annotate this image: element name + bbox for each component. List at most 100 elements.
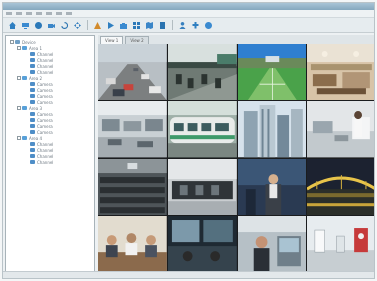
video-tile-7[interactable]: [237, 101, 307, 158]
layout-button[interactable]: [131, 20, 142, 30]
map-button[interactable]: [144, 20, 155, 30]
menu-item-1[interactable]: [6, 12, 12, 15]
alarm-icon: [94, 21, 101, 29]
tree-node-label: Channel: [37, 57, 54, 63]
video-tile-10[interactable]: [167, 158, 237, 215]
menu-item-6[interactable]: [56, 12, 62, 15]
video-tile-16[interactable]: [307, 215, 374, 272]
monitor-button[interactable]: [20, 20, 31, 30]
camera-icon: [30, 100, 35, 104]
camera-icon: [48, 23, 55, 28]
video-tile-1[interactable]: [98, 44, 167, 101]
video-tile-15[interactable]: [237, 215, 307, 272]
tree-node-label: Area 2: [29, 75, 43, 81]
camera-icon: [30, 124, 35, 128]
refresh-button[interactable]: [59, 20, 70, 30]
status-bar: [3, 271, 374, 278]
help-icon: [204, 21, 212, 29]
toolbar-separator: [87, 20, 88, 30]
camera-icon: [30, 52, 35, 56]
menu-item-2[interactable]: [16, 12, 22, 15]
expand-toggle-icon[interactable]: [17, 106, 21, 110]
tree-node-label: Channel: [37, 69, 54, 75]
tree-node-label: Channel: [37, 159, 54, 165]
tree-node-label: Area 1: [29, 45, 43, 51]
ptz-icon: [74, 21, 81, 29]
menu-item-7[interactable]: [66, 12, 72, 15]
playback-button[interactable]: [105, 20, 116, 30]
tree-node-label: Channel: [37, 51, 54, 57]
menu-item-5[interactable]: [46, 12, 52, 15]
video-tile-3[interactable]: [237, 44, 307, 101]
camera-icon: [30, 88, 35, 92]
tree-node-label: Camera: [37, 87, 53, 93]
user-button[interactable]: [177, 20, 188, 30]
tab-view-1[interactable]: View 1: [100, 36, 124, 44]
tree-node-label: Device: [22, 39, 36, 45]
video-tile-6[interactable]: [167, 101, 237, 158]
camera-button[interactable]: [46, 20, 57, 30]
tree-node-label: Channel: [37, 63, 54, 69]
video-tile-8[interactable]: [307, 101, 374, 158]
alarm-button[interactable]: [92, 20, 103, 30]
tree-node-label: Camera: [37, 117, 53, 123]
monitor-icon: [22, 22, 29, 29]
camera-icon: [30, 148, 35, 152]
video-tile-14[interactable]: [167, 215, 237, 272]
snapshot-button[interactable]: [118, 20, 129, 30]
expand-toggle-icon[interactable]: [17, 136, 21, 140]
video-tile-12[interactable]: [307, 158, 374, 215]
menu-item-3[interactable]: [26, 12, 32, 15]
log-button[interactable]: [157, 20, 168, 30]
record-icon: [34, 21, 42, 29]
camera-icon: [30, 64, 35, 68]
tree-node-label: Camera: [37, 123, 53, 129]
tab-view-2[interactable]: View 2: [125, 36, 149, 44]
menu-bar: [3, 10, 374, 18]
refresh-icon: [61, 21, 69, 29]
video-tile-5[interactable]: [98, 101, 167, 158]
tree-node-label: Area 3: [29, 105, 43, 111]
layout-icon: [133, 21, 140, 29]
toolbar-separator: [172, 20, 173, 30]
application-window: Device Area 1 Channel Channel Channel Channel…: [2, 2, 375, 279]
expand-toggle-icon[interactable]: [10, 40, 14, 44]
record-button[interactable]: [33, 20, 44, 30]
config-icon: [192, 21, 199, 28]
video-tile-4[interactable]: [307, 44, 374, 101]
camera-icon: [30, 94, 35, 98]
folder-icon: [22, 136, 27, 140]
expand-toggle-icon[interactable]: [17, 76, 21, 80]
config-button[interactable]: [190, 20, 201, 30]
video-grid: [98, 44, 374, 272]
main-area: Device Area 1 Channel Channel Channel Channel…: [3, 33, 374, 272]
live-view-panel: View 1 View 2: [98, 35, 374, 272]
tree-camera-4-4[interactable]: Channel: [10, 159, 94, 165]
user-icon: [179, 21, 186, 29]
playback-icon: [108, 21, 114, 29]
video-tile-9[interactable]: [98, 158, 167, 215]
video-tile-2[interactable]: [167, 44, 237, 101]
video-tile-11[interactable]: [237, 158, 307, 215]
menu-item-4[interactable]: [36, 12, 42, 15]
tree-node-label: Camera: [37, 93, 53, 99]
folder-icon: [22, 106, 27, 110]
title-bar[interactable]: [3, 3, 374, 10]
tree-node-label: Camera: [37, 81, 53, 87]
video-tile-13[interactable]: [98, 215, 167, 272]
help-button[interactable]: [203, 20, 214, 30]
home-button[interactable]: [7, 20, 18, 30]
expand-toggle-icon[interactable]: [17, 46, 21, 50]
ptz-button[interactable]: [72, 20, 83, 30]
toolbar: [3, 18, 374, 33]
camera-icon: [30, 118, 35, 122]
tree-node-label: Area 4: [29, 135, 43, 141]
tree-node-label: Camera: [37, 111, 53, 117]
device-icon: [15, 40, 20, 44]
snapshot-icon: [120, 22, 127, 29]
tree-node-label: Camera: [37, 129, 53, 135]
folder-icon: [22, 46, 27, 50]
folder-icon: [22, 76, 27, 80]
device-tree[interactable]: Device Area 1 Channel Channel Channel Channel…: [5, 35, 95, 272]
camera-icon: [30, 154, 35, 158]
